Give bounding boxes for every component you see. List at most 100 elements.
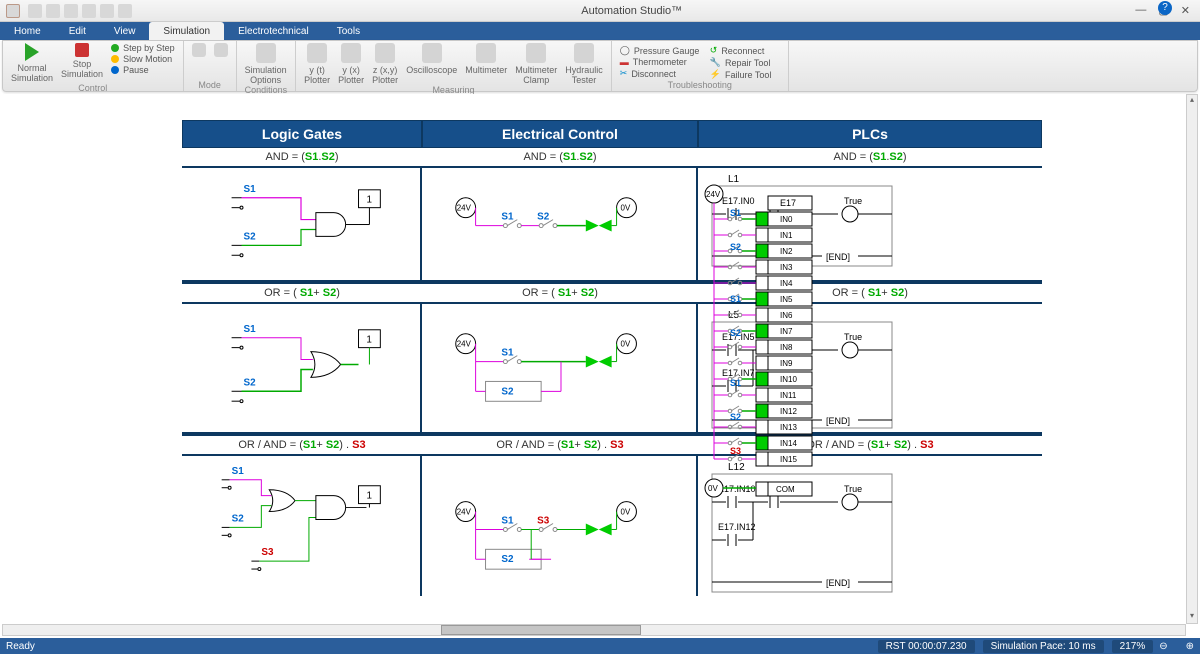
logic-orand-diagram[interactable]: S1 S2 S3 1	[182, 456, 422, 596]
logic-and-diagram[interactable]: S1 S2 1	[182, 168, 422, 280]
yt-plotter-button[interactable]: y (t) Plotter	[304, 43, 330, 85]
svg-text:S1: S1	[501, 516, 514, 527]
svg-text:S2: S2	[243, 377, 256, 388]
svg-text:IN14: IN14	[780, 439, 797, 448]
window-title: Automation Studio™	[138, 5, 1125, 17]
qat-btn[interactable]	[28, 4, 42, 18]
svg-text:S2: S2	[232, 513, 245, 524]
svg-text:24V: 24V	[457, 340, 472, 349]
svg-text:S2: S2	[730, 242, 741, 252]
close-icon[interactable]: ✕	[1181, 4, 1190, 17]
scroll-down-icon[interactable]: ▾	[1187, 611, 1197, 623]
drawing-canvas[interactable]: Logic Gates Electrical Control PLCs AND …	[4, 94, 1196, 636]
tab-tools[interactable]: Tools	[323, 22, 374, 40]
header-logic-gates: Logic Gates	[182, 120, 422, 148]
svg-text:S2: S2	[243, 231, 256, 242]
repair-tool-button[interactable]: 🔧Repair Tool	[710, 57, 772, 68]
status-rst: RST 00:00:07.230	[878, 640, 975, 653]
svg-text:IN8: IN8	[780, 343, 793, 352]
scroll-up-icon[interactable]: ▴	[1187, 95, 1197, 107]
failure-tool-button[interactable]: ⚡Failure Tool	[710, 69, 772, 80]
svg-text:IN12: IN12	[780, 407, 797, 416]
group-mode: Mode	[192, 80, 228, 91]
zoom-in-icon[interactable]: ⊕	[1186, 641, 1194, 652]
hydraulic-tester-button[interactable]: Hydraulic Tester	[565, 43, 603, 85]
qat-btn[interactable]	[46, 4, 60, 18]
oscilloscope-button[interactable]: Oscilloscope	[406, 43, 457, 75]
logic-or-diagram[interactable]: S1 S2 1	[182, 304, 422, 432]
svg-text:24V: 24V	[457, 508, 472, 517]
thermometer-icon: ▬	[620, 57, 629, 67]
svg-text:S2: S2	[730, 328, 741, 338]
formula-orand-elec: OR / AND = (S1+ S2) . S3	[422, 436, 698, 456]
plc-module[interactable]: 24V E17 IN0IN1IN2IN3IN4IN5IN6IN7IN8IN9IN…	[698, 180, 838, 500]
svg-text:S1: S1	[501, 348, 514, 359]
yx-plotter-button[interactable]: y (x) Plotter	[338, 43, 364, 85]
help-icon[interactable]: ?	[1158, 1, 1172, 15]
elec-or-diagram[interactable]: 24V 0V S1 S2	[422, 304, 698, 432]
ribbon: Normal Simulation Stop Simulation Step b…	[2, 40, 1198, 92]
tab-home[interactable]: Home	[0, 22, 55, 40]
svg-text:1: 1	[366, 335, 372, 346]
svg-text:IN11: IN11	[780, 391, 797, 400]
elec-and-diagram[interactable]: 24V 0V S1 S2	[422, 168, 698, 280]
status-zoom[interactable]: 217%	[1112, 640, 1154, 653]
svg-text:True: True	[844, 332, 862, 342]
svg-text:COM: COM	[776, 485, 795, 494]
svg-text:S1: S1	[730, 378, 741, 388]
normal-simulation-button[interactable]: Normal Simulation	[11, 43, 53, 83]
play-icon	[25, 43, 39, 61]
svg-text:[END]: [END]	[826, 578, 850, 588]
slow-motion-button[interactable]: Slow Motion	[111, 54, 175, 64]
stop-simulation-button[interactable]: Stop Simulation	[61, 43, 103, 79]
ribbon-tabs: Home Edit View Simulation Electrotechnic…	[0, 22, 1200, 40]
svg-text:0V: 0V	[708, 484, 718, 493]
step-icon	[111, 44, 119, 52]
pause-button[interactable]: Pause	[111, 65, 175, 75]
svg-text:S1: S1	[501, 212, 514, 223]
stop-icon	[75, 43, 89, 57]
quick-access-toolbar	[0, 4, 138, 18]
multimeter-clamp-button[interactable]: Multimeter Clamp	[515, 43, 557, 85]
svg-text:S1: S1	[232, 466, 245, 477]
svg-text:IN7: IN7	[780, 327, 793, 336]
tab-simulation[interactable]: Simulation	[149, 22, 224, 40]
vertical-scrollbar[interactable]: ▴▾	[1186, 94, 1198, 624]
header-electrical: Electrical Control	[422, 120, 698, 148]
qat-btn[interactable]	[100, 4, 114, 18]
tab-electrotechnical[interactable]: Electrotechnical	[224, 22, 323, 40]
mode-button[interactable]	[214, 43, 228, 57]
svg-text:S1: S1	[243, 184, 256, 195]
svg-text:24V: 24V	[457, 204, 472, 213]
minimize-icon[interactable]: —	[1135, 4, 1146, 17]
svg-text:True: True	[844, 484, 862, 494]
zoom-out-icon[interactable]: ⊖	[1159, 641, 1167, 652]
svg-text:IN10: IN10	[780, 375, 797, 384]
horizontal-scrollbar[interactable]	[2, 624, 1186, 636]
zxy-plotter-button[interactable]: z (x,y) Plotter	[372, 43, 398, 85]
qat-btn[interactable]	[118, 4, 132, 18]
qat-btn[interactable]	[64, 4, 78, 18]
elec-orand-diagram[interactable]: 24V 0V S1 S3 S2	[422, 456, 698, 596]
qat-btn[interactable]	[82, 4, 96, 18]
mode-button[interactable]	[192, 43, 206, 57]
reconnect-button[interactable]: ↺Reconnect	[710, 45, 772, 56]
tab-edit[interactable]: Edit	[55, 22, 100, 40]
gauge-icon: ◯	[620, 45, 630, 56]
app-orb-icon[interactable]	[6, 4, 20, 18]
title-bar: Automation Studio™ — ▢ ✕	[0, 0, 1200, 22]
svg-text:IN9: IN9	[780, 359, 793, 368]
formula-or-logic: OR = ( S1+ S2)	[182, 284, 422, 304]
svg-text:S2: S2	[730, 412, 741, 422]
step-by-step-button[interactable]: Step by Step	[111, 43, 175, 53]
tab-view[interactable]: View	[100, 22, 150, 40]
svg-text:IN0: IN0	[780, 215, 793, 224]
sim-options-button[interactable]: Simulation Options	[245, 43, 287, 85]
svg-text:IN1: IN1	[780, 231, 793, 240]
svg-text:E17: E17	[780, 198, 796, 208]
slow-icon	[111, 55, 119, 63]
svg-text:E17.IN12: E17.IN12	[718, 522, 756, 532]
scrollbar-thumb[interactable]	[441, 625, 641, 635]
svg-text:0V: 0V	[621, 204, 631, 213]
multimeter-button[interactable]: Multimeter	[465, 43, 507, 75]
